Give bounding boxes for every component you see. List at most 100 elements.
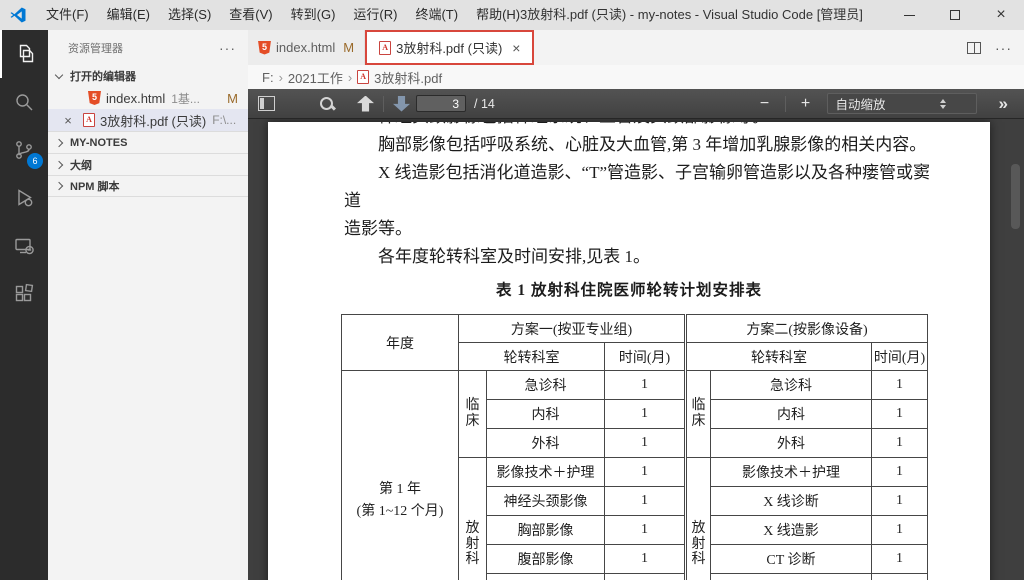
toolbar-divider bbox=[784, 95, 786, 112]
time-cell: 1 bbox=[871, 428, 928, 458]
close-icon[interactable]: × bbox=[60, 113, 76, 128]
scrollbar-thumb[interactable] bbox=[1011, 164, 1020, 229]
close-button[interactable]: × bbox=[978, 0, 1024, 30]
file-name: 3放射科.pdf (只读) bbox=[100, 113, 207, 129]
split-editor-icon[interactable] bbox=[967, 41, 981, 54]
modified-badge: M bbox=[343, 40, 355, 55]
explorer-icon[interactable] bbox=[0, 30, 48, 78]
section-label: 大纲 bbox=[70, 159, 92, 172]
dept-cell: 腹部影像 bbox=[486, 544, 605, 574]
dept-cell: 内科 bbox=[486, 399, 605, 429]
sidebar-item-outline[interactable]: 大纲 bbox=[48, 153, 248, 175]
breadcrumb: F: › 2021工作 › A 3放射科.pdf bbox=[248, 65, 1024, 89]
time-cell: 1 bbox=[871, 399, 928, 429]
menu-selection[interactable]: 选择(S) bbox=[159, 0, 220, 30]
menu-go[interactable]: 转到(G) bbox=[282, 0, 345, 30]
time-cell: 1 bbox=[871, 486, 928, 516]
dept-cell: X 线诊断 bbox=[710, 486, 872, 516]
html-file-icon: 5 bbox=[258, 40, 271, 55]
menu-edit[interactable]: 编辑(E) bbox=[98, 0, 159, 30]
dept-cell: MR 诊断 bbox=[710, 573, 872, 580]
chevron-right-icon bbox=[54, 138, 64, 147]
activity-bar: 6 bbox=[0, 30, 48, 580]
next-page-icon[interactable] bbox=[393, 95, 410, 112]
open-editors-label: 打开的编辑器 bbox=[70, 71, 136, 83]
dept-cell: 外科 bbox=[486, 428, 605, 458]
scm-badge: 6 bbox=[27, 153, 43, 169]
previous-page-icon[interactable] bbox=[357, 95, 374, 112]
col-header-time1: 时间(月) bbox=[604, 342, 686, 371]
section-label: NPM 脚本 bbox=[70, 181, 120, 193]
breadcrumb-separator: › bbox=[278, 69, 283, 85]
dept-cell: 肌骨影像 bbox=[486, 573, 605, 580]
vscode-logo-icon bbox=[10, 7, 26, 23]
open-editor-pdf[interactable]: × A 3放射科.pdf (只读) F:\... bbox=[48, 109, 248, 131]
col-header-year: 年度 bbox=[341, 314, 459, 371]
sidebar-item-my-notes[interactable]: MY-NOTES bbox=[48, 131, 248, 153]
breadcrumb-file[interactable]: 3放射科.pdf bbox=[374, 68, 442, 87]
pdf-viewer[interactable]: 神经头颈影像包括神经系统、五官及头颈部影像等。 胸部影像包括呼吸系统、心脏及大血… bbox=[248, 119, 1024, 580]
time-cell: 1 bbox=[604, 486, 686, 516]
pdf-table-body: 第 1 年 (第 1~12 个月) 临 床急诊科 1 临 床急诊科 1 内科 1 内科 1 外科 1 外… bbox=[341, 370, 928, 580]
breadcrumb-drive[interactable]: F: bbox=[262, 70, 274, 85]
pdf-file-icon: A bbox=[379, 40, 392, 55]
table-row: 第 1 年 (第 1~12 个月) 临 床急诊科 1 临 床急诊科 1 bbox=[341, 370, 928, 580]
pdf-search-icon[interactable] bbox=[319, 96, 335, 112]
file-desc: F:\... bbox=[212, 113, 237, 127]
zoom-mode-select[interactable]: 自动缩放 bbox=[826, 93, 977, 114]
col-header-time2: 时间(月) bbox=[871, 342, 928, 371]
dept-cell: 胸部影像 bbox=[486, 515, 605, 545]
zoom-in-button[interactable]: + bbox=[795, 95, 817, 113]
maximize-button[interactable] bbox=[932, 0, 978, 30]
time-cell: 1 bbox=[871, 457, 928, 487]
dept-cell: 外科 bbox=[710, 428, 872, 458]
editor-more-icon[interactable]: ··· bbox=[995, 40, 1012, 56]
close-icon[interactable]: × bbox=[512, 40, 520, 56]
time-cell: 1 bbox=[871, 515, 928, 545]
tab-pdf[interactable]: A 3放射科.pdf (只读) × bbox=[365, 30, 535, 65]
select-spinner-icon bbox=[939, 98, 946, 109]
dept-cell: 急诊科 bbox=[486, 370, 605, 400]
menu-view[interactable]: 查看(V) bbox=[220, 0, 281, 30]
minimize-button[interactable] bbox=[886, 0, 932, 30]
time-cell: 1 bbox=[871, 370, 928, 400]
chevron-right-icon bbox=[54, 160, 64, 169]
menu-run[interactable]: 运行(R) bbox=[344, 0, 406, 30]
sidebar-title: 资源管理器 bbox=[68, 42, 123, 55]
group-label-cell: 放 射 科 bbox=[684, 457, 711, 580]
sidebar-item-npm-scripts[interactable]: NPM 脚本 bbox=[48, 175, 248, 197]
pdf-file-icon: A bbox=[83, 113, 95, 127]
menu-terminal[interactable]: 终端(T) bbox=[406, 0, 467, 30]
year-cell: 第 1 年 (第 1~12 个月) bbox=[341, 370, 459, 580]
pdf-text-line: 各年度轮转科室及时间安排,见表 1。 bbox=[378, 247, 650, 266]
time-cell: 1 bbox=[604, 515, 686, 545]
window-title: 3放射科.pdf (只读) - my-notes - Visual Studio… bbox=[520, 7, 863, 22]
page-number-input[interactable] bbox=[416, 95, 466, 112]
tab-label: index.html bbox=[276, 40, 336, 55]
table-title: 表 1 放射科住院医师轮转计划安排表 bbox=[495, 282, 762, 299]
col-header-plan1: 方案一(按亚专业组) bbox=[458, 314, 686, 343]
explorer-sidebar: 资源管理器 ··· 打开的编辑器 5 index.html 1基... M × … bbox=[48, 30, 248, 580]
open-editor-index-html[interactable]: 5 index.html 1基... M bbox=[48, 87, 248, 109]
time-cell: 1 bbox=[604, 573, 686, 580]
pdf-sidebar-toggle-icon[interactable] bbox=[258, 96, 275, 111]
pdf-text-line: 胸部影像包括呼吸系统、心脏及大血管,第 3 年增加乳腺影像的相关内容。 bbox=[378, 135, 927, 154]
source-control-icon[interactable]: 6 bbox=[0, 126, 48, 174]
sidebar-more-icon[interactable]: ··· bbox=[219, 40, 236, 56]
dept-cell: 神经头颈影像 bbox=[486, 486, 605, 516]
extensions-icon[interactable] bbox=[0, 270, 48, 318]
menu-file[interactable]: 文件(F) bbox=[37, 0, 98, 30]
group-label-cell: 放 射 科 bbox=[458, 457, 487, 580]
tab-index-html[interactable]: 5 index.html M bbox=[248, 30, 366, 65]
remote-explorer-icon[interactable] bbox=[0, 222, 48, 270]
clipped-text-line: 神经头颈影像包括神经系统、五官及头颈部影像等。 bbox=[344, 122, 946, 131]
toolbar-overflow-icon[interactable]: » bbox=[999, 94, 1008, 114]
open-editors-section[interactable]: 打开的编辑器 bbox=[48, 65, 248, 87]
search-icon[interactable] bbox=[0, 78, 48, 126]
zoom-out-button[interactable]: − bbox=[754, 95, 776, 113]
dept-cell: X 线造影 bbox=[710, 515, 872, 545]
pdf-text-line: 造影等。 bbox=[344, 219, 412, 238]
group-label-cell: 临 床 bbox=[684, 370, 711, 458]
breadcrumb-folder[interactable]: 2021工作 bbox=[288, 68, 343, 87]
run-debug-icon[interactable] bbox=[0, 174, 48, 222]
